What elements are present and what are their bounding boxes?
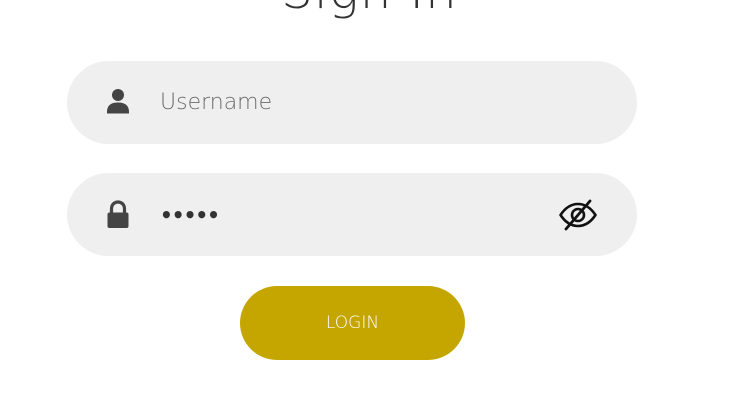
password-field[interactable]: ••••• [67,173,637,256]
sign-in-page: Sign In ••••• LOGIN [0,0,739,417]
user-icon [106,88,130,118]
lock-icon [106,200,130,230]
eye-off-icon[interactable] [558,197,598,233]
login-button[interactable]: LOGIN [240,286,465,360]
page-title: Sign In [0,0,739,18]
username-input[interactable] [160,61,560,144]
username-field[interactable] [67,61,637,144]
password-input[interactable]: ••••• [160,200,220,230]
